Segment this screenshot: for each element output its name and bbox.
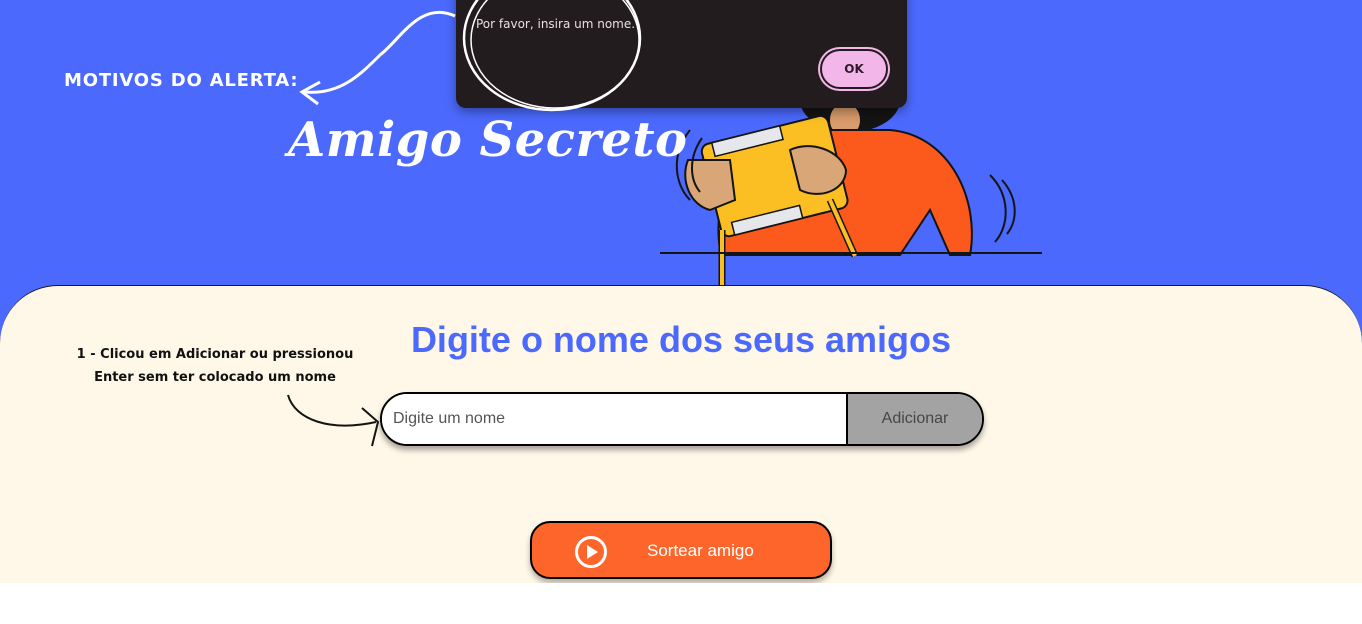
draw-friend-button[interactable]: Sortear amigo (530, 521, 832, 579)
reason-annotation-line2: Enter sem ter colocado um nome (94, 370, 336, 385)
draw-button-label: Sortear amigo (647, 541, 754, 560)
arrow-head-top (299, 80, 321, 106)
page: MOTIVOS DO ALERTA: Amigo Secreto Por fav… (0, 0, 1362, 583)
section-title: Digite o nome dos seus amigos (410, 319, 952, 360)
name-input-group: Adicionar (380, 392, 984, 446)
alert-ok-button[interactable]: OK (820, 49, 888, 89)
main-section: 1 - Clicou em Adicionar ou pressionou En… (0, 285, 1362, 583)
friend-name-input[interactable] (382, 394, 846, 444)
app-title: Amigo Secreto (288, 112, 688, 168)
alert-dialog: Por favor, insira um nome. OK (456, 0, 907, 108)
arrow-to-annotation (304, 10, 456, 94)
add-button[interactable]: Adicionar (846, 394, 982, 444)
alert-reasons-annotation: MOTIVOS DO ALERTA: (64, 70, 299, 91)
play-circle-icon (575, 536, 607, 568)
alert-message: Por favor, insira um nome. (476, 17, 636, 31)
